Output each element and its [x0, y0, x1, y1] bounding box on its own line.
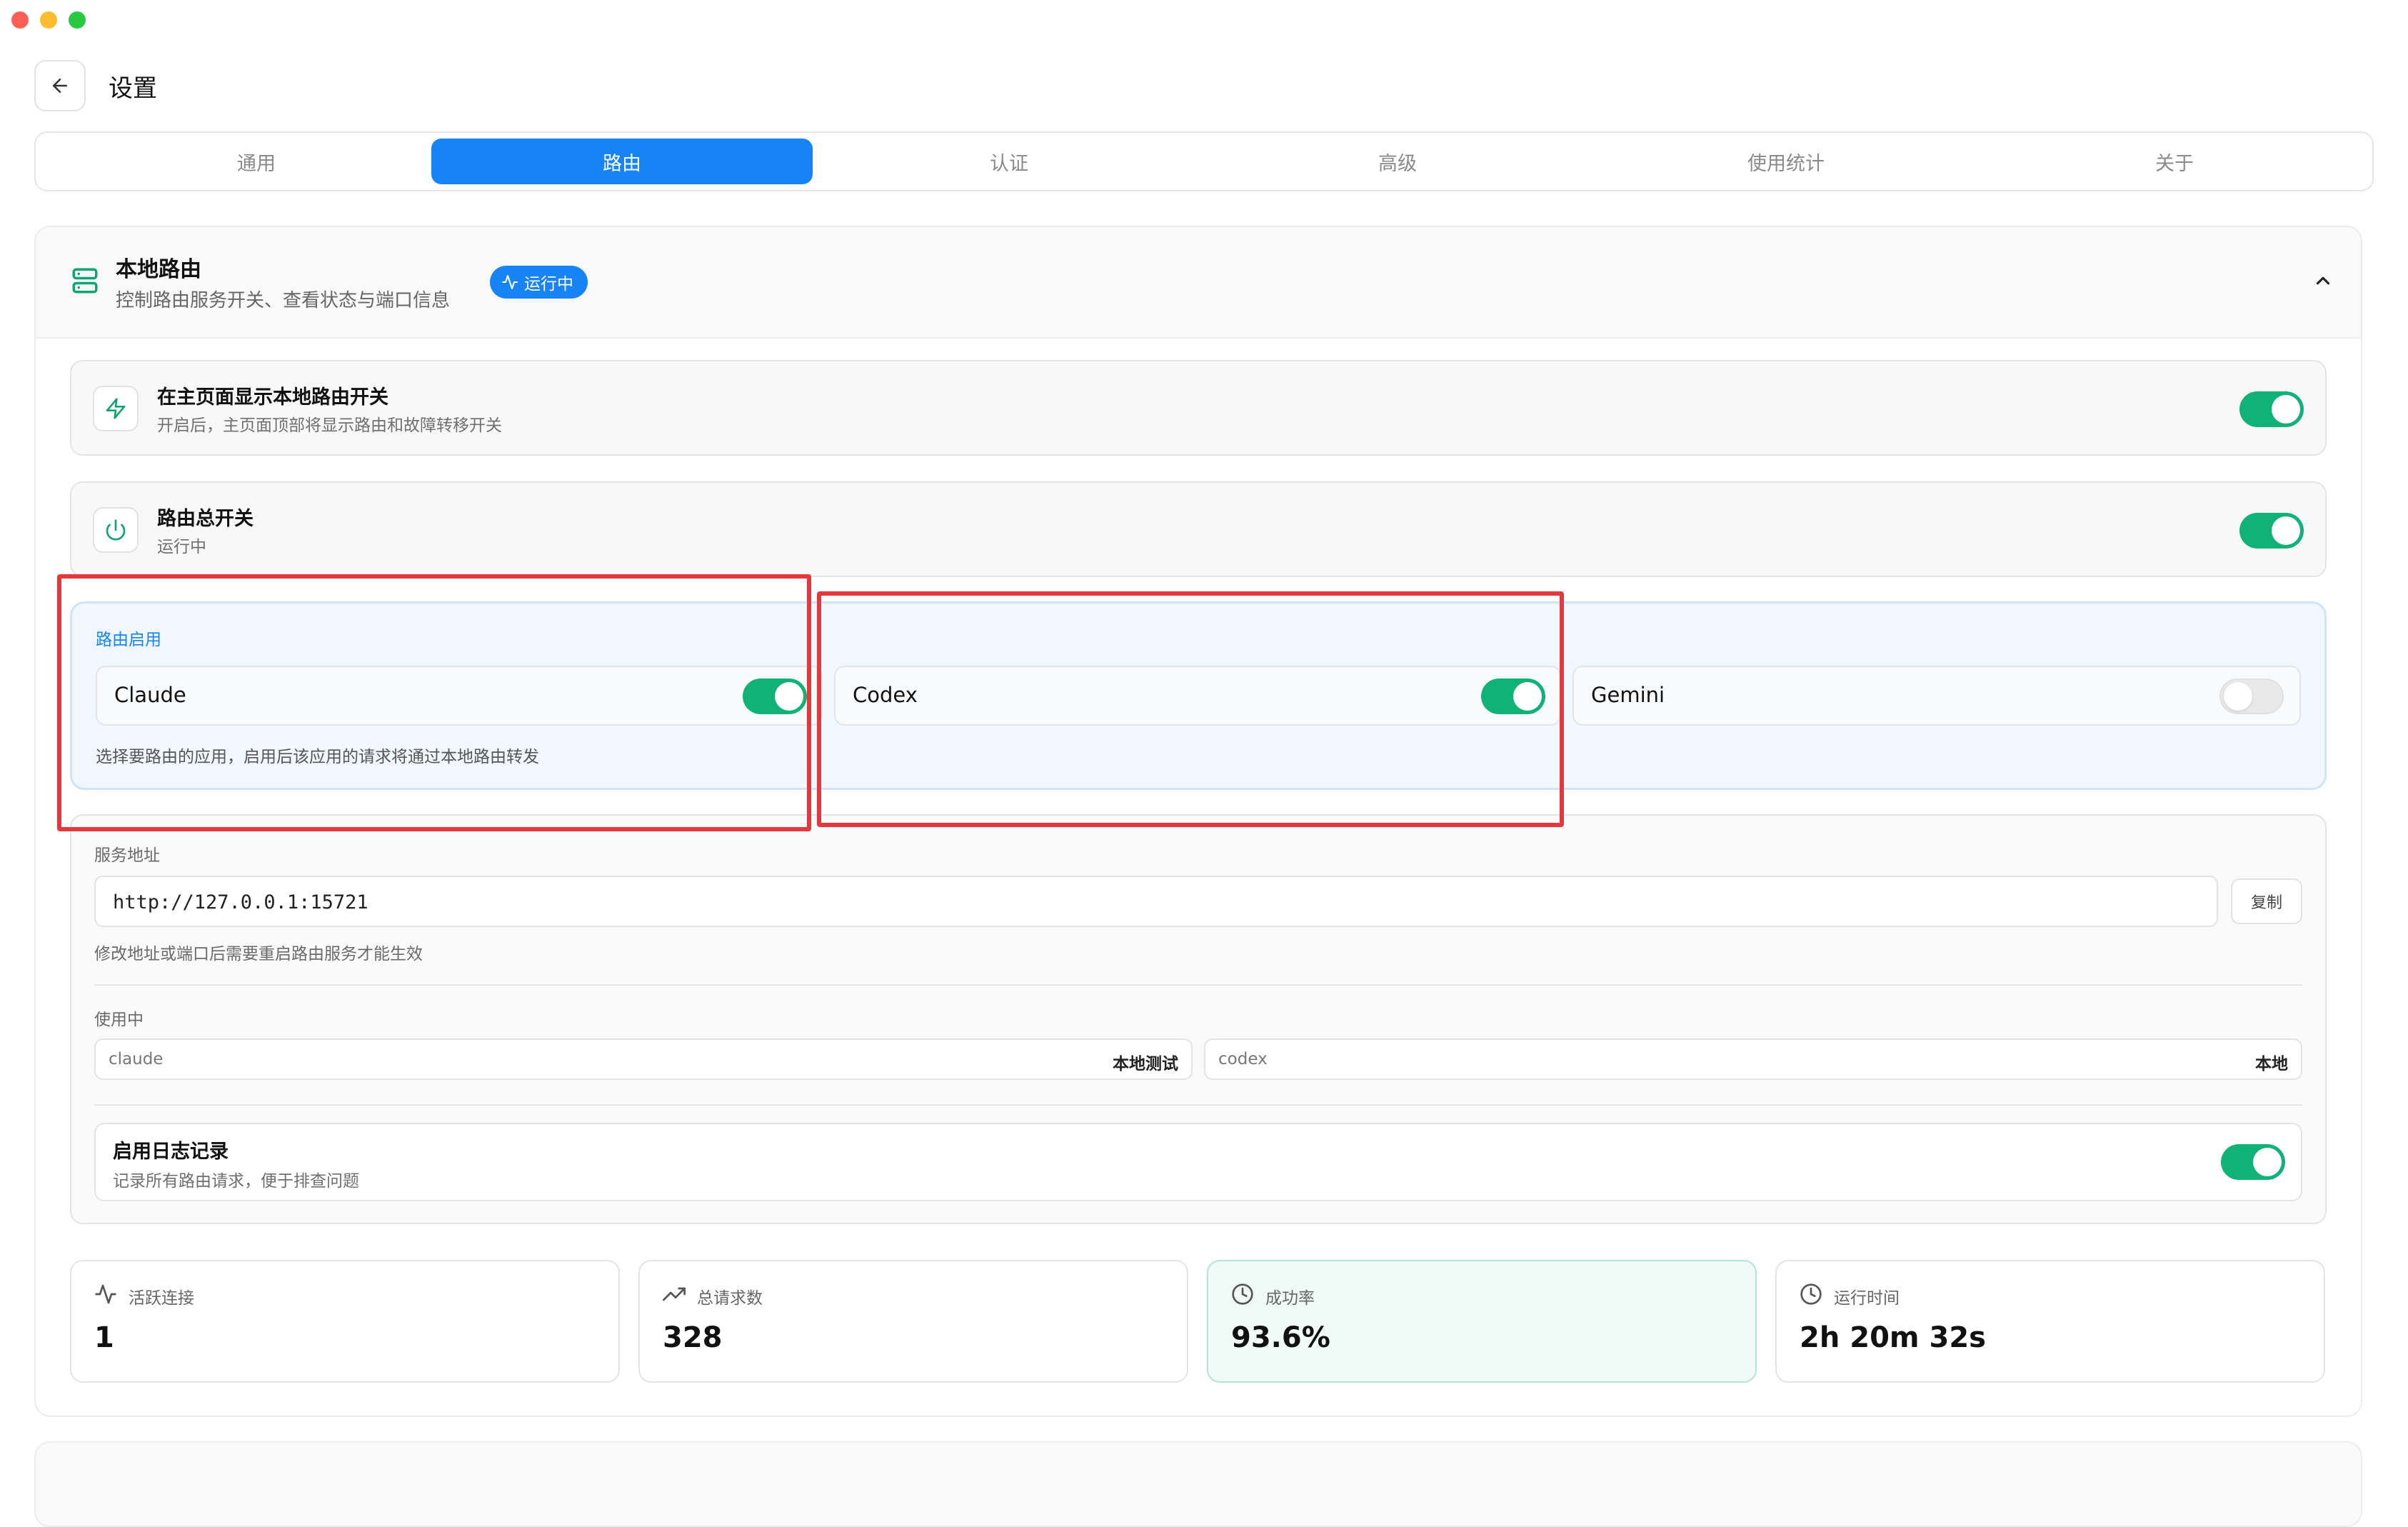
status-badge-label: 运行中 — [524, 275, 573, 294]
divider — [94, 1104, 2302, 1106]
master-switch-row: 路由总开关 运行中 — [70, 481, 2327, 577]
copy-button-label: 复制 — [2250, 894, 2282, 912]
master-switch-toggle[interactable] — [2239, 513, 2304, 549]
tab-routing[interactable]: 路由 — [431, 139, 813, 184]
show-on-home-row: 在主页面显示本地路由开关 开启后，主页面顶部将显示路由和故障转移开关 — [70, 360, 2327, 456]
app-card-gemini: Gemini — [1572, 666, 2301, 726]
chevron-up-icon[interactable] — [2312, 270, 2334, 294]
stat-value: 93.6% — [1231, 1321, 1330, 1354]
master-switch-status: 运行中 — [157, 538, 206, 556]
activity-icon — [502, 275, 518, 289]
tab-usage-stats[interactable]: 使用统计 — [1595, 139, 1977, 184]
server-icon — [70, 266, 100, 299]
copy-button[interactable]: 复制 — [2231, 878, 2302, 924]
arrow-left-icon — [53, 79, 67, 93]
show-on-home-description: 开启后，主页面顶部将显示路由和故障转移开关 — [157, 416, 502, 435]
service-address-input[interactable]: http://127.0.0.1:15721 — [94, 876, 2218, 927]
clock-icon — [1231, 1283, 1254, 1308]
stat-label: 活跃连接 — [129, 1289, 194, 1308]
logging-title: 启用日志记录 — [113, 1141, 229, 1163]
stat-total-requests: 总请求数 328 — [638, 1260, 1188, 1383]
gemini-toggle[interactable] — [2219, 679, 2284, 714]
service-address-value: http://127.0.0.1:15721 — [113, 891, 368, 913]
stat-label: 总请求数 — [697, 1289, 763, 1308]
in-use-claude-app: claude — [109, 1050, 164, 1068]
clock-icon — [1800, 1283, 1822, 1308]
section-subtitle: 控制路由服务开关、查看状态与端口信息 — [116, 290, 451, 311]
service-address-label: 服务地址 — [94, 846, 160, 865]
in-use-codex: codex 本地 — [1204, 1038, 2302, 1080]
stat-value: 328 — [663, 1321, 723, 1354]
logging-toggle[interactable] — [2221, 1144, 2285, 1180]
tab-advanced[interactable]: 高级 — [1207, 139, 1588, 184]
logging-row: 启用日志记录 记录所有路由请求，便于排查问题 — [94, 1123, 2302, 1201]
window-close-button[interactable] — [11, 11, 29, 29]
section-header[interactable]: 本地路由 控制路由服务开关、查看状态与端口信息 运行中 — [36, 227, 2361, 339]
settings-tabs: 通用 路由 认证 高级 使用统计 关于 — [34, 131, 2374, 191]
stat-value: 2h 20m 32s — [1800, 1321, 1986, 1354]
stat-value: 1 — [94, 1321, 114, 1354]
tab-auth[interactable]: 认证 — [818, 139, 1200, 184]
stat-uptime: 运行时间 2h 20m 32s — [1775, 1260, 2325, 1383]
page-title: 设置 — [109, 74, 157, 103]
show-on-home-toggle[interactable] — [2239, 391, 2304, 427]
in-use-claude: claude 本地测试 — [94, 1038, 1193, 1080]
stat-active-connections: 活跃连接 1 — [70, 1260, 620, 1383]
highlight-box-codex — [817, 591, 1564, 827]
tab-general[interactable]: 通用 — [66, 139, 447, 184]
power-icon — [93, 507, 139, 553]
in-use-claude-provider: 本地测试 — [1113, 1055, 1178, 1073]
window-minimize-button[interactable] — [40, 11, 57, 29]
master-switch-title: 路由总开关 — [157, 508, 254, 530]
zap-icon — [93, 386, 139, 431]
status-badge: 运行中 — [490, 266, 588, 299]
back-button[interactable] — [34, 60, 86, 111]
in-use-codex-provider: 本地 — [2255, 1055, 2288, 1073]
section-title: 本地路由 — [116, 257, 201, 282]
activity-icon — [94, 1283, 117, 1308]
service-address-hint: 修改地址或端口后需要重启路由服务才能生效 — [94, 945, 423, 963]
in-use-codex-app: codex — [1218, 1050, 1268, 1068]
in-use-label: 使用中 — [94, 1011, 144, 1029]
trending-up-icon — [663, 1283, 686, 1308]
window-zoom-button[interactable] — [69, 11, 86, 29]
tab-about[interactable]: 关于 — [1984, 139, 2365, 184]
stat-label: 成功率 — [1265, 1289, 1315, 1308]
show-on-home-title: 在主页面显示本地路由开关 — [157, 386, 388, 409]
app-name-gemini: Gemini — [1591, 683, 1665, 707]
stat-label: 运行时间 — [1834, 1289, 1900, 1308]
divider — [94, 984, 2302, 986]
next-section[interactable] — [34, 1441, 2362, 1527]
service-panel: 服务地址 http://127.0.0.1:15721 复制 修改地址或端口后需… — [70, 814, 2327, 1224]
stat-success-rate: 成功率 93.6% — [1207, 1260, 1757, 1383]
highlight-box-claude — [57, 574, 811, 831]
logging-description: 记录所有路由请求，便于排查问题 — [113, 1172, 359, 1191]
